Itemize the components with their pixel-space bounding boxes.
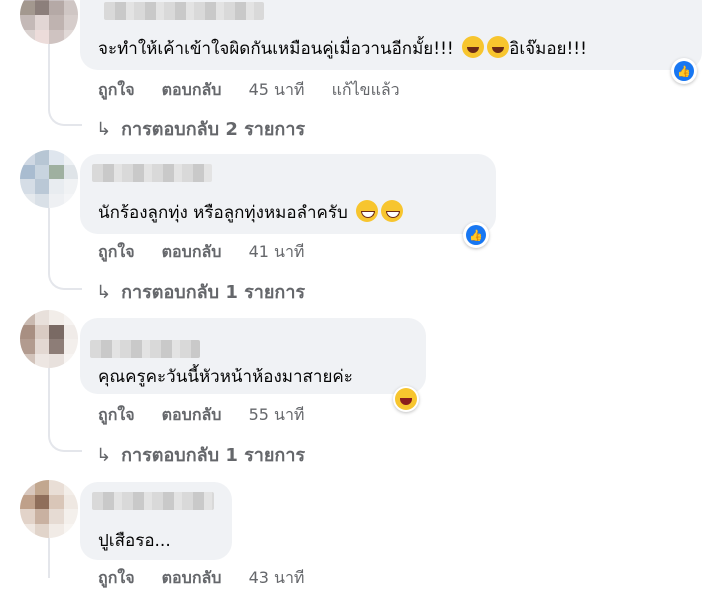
view-replies-link[interactable]: ↳ การตอบกลับ 1 รายการ — [96, 277, 305, 306]
comment-actions: ถูกใจ ตอบกลับ 41 นาที — [98, 240, 326, 265]
like-button[interactable]: ถูกใจ — [98, 568, 135, 587]
grin-emoji — [381, 200, 404, 222]
commenter-name-blurred[interactable] — [92, 164, 212, 182]
like-button[interactable]: ถูกใจ — [98, 405, 135, 424]
edited-label: แก้ไขแล้ว — [331, 80, 400, 99]
comment-actions: ถูกใจ ตอบกลับ 55 นาที — [98, 403, 326, 428]
comment-text: ปูเสือรอ... — [98, 530, 171, 552]
commenter-name-blurred[interactable] — [92, 492, 214, 510]
comment-actions: ถูกใจ ตอบกลับ 45 นาที แก้ไขแล้ว — [98, 78, 422, 103]
thread-line — [48, 368, 50, 432]
reply-button[interactable]: ตอบกลับ — [162, 568, 222, 587]
grin-emoji — [356, 200, 379, 222]
laugh-emoji — [462, 36, 485, 58]
comment-text-tail: อิเจ๊มอย!!! — [509, 39, 587, 59]
reply-arrow-icon: ↳ — [96, 282, 112, 303]
comment-text-main: ปูเสือรอ... — [98, 531, 171, 551]
thread-connector — [48, 268, 82, 290]
avatar[interactable] — [20, 480, 78, 538]
reply-button[interactable]: ตอบกลับ — [162, 80, 222, 99]
reply-arrow-icon: ↳ — [96, 119, 112, 140]
timestamp[interactable]: 43 นาที — [249, 568, 305, 587]
timestamp[interactable]: 41 นาที — [249, 242, 305, 261]
laugh-emoji — [487, 36, 510, 58]
comment-text: คุณครูคะวันนี้หัวหน้าห้องมาสายค่ะ — [98, 366, 353, 388]
like-reaction-badge[interactable]: 👍 — [463, 222, 489, 248]
haha-reaction-badge[interactable] — [393, 386, 419, 412]
commenter-name-blurred[interactable] — [90, 340, 200, 358]
replies-count-label: การตอบกลับ 1 รายการ — [121, 282, 306, 303]
reply-button[interactable]: ตอบกลับ — [162, 242, 222, 261]
thread-line — [48, 44, 50, 104]
reply-arrow-icon: ↳ — [96, 445, 112, 466]
comment-bubble: จะทำให้เค้าเข้าใจผิดกันเหมือนคู่เมื่อวาน… — [80, 0, 702, 70]
thread-line — [48, 208, 50, 270]
view-replies-link[interactable]: ↳ การตอบกลับ 2 รายการ — [96, 114, 305, 143]
thread-connector — [48, 430, 82, 452]
like-reaction-badge[interactable]: 👍 — [671, 58, 697, 84]
timestamp[interactable]: 45 นาที — [249, 80, 305, 99]
comment-text-main: จะทำให้เค้าเข้าใจผิดกันเหมือนคู่เมื่อวาน… — [98, 39, 460, 59]
comment-text: จะทำให้เค้าเข้าใจผิดกันเหมือนคู่เมื่อวาน… — [98, 36, 587, 60]
like-button[interactable]: ถูกใจ — [98, 242, 135, 261]
reply-button[interactable]: ตอบกลับ — [162, 405, 222, 424]
view-replies-link[interactable]: ↳ การตอบกลับ 1 รายการ — [96, 440, 305, 469]
like-icon: 👍 — [466, 225, 486, 245]
avatar[interactable] — [20, 150, 78, 208]
thread-connector — [48, 104, 82, 126]
comment-bubble: คุณครูคะวันนี้หัวหน้าห้องมาสายค่ะ — [80, 318, 426, 394]
thread-line — [48, 538, 50, 578]
comment-text: นักร้องลูกทุ่ง หรือลูกทุ่งหมอลำครับ — [98, 200, 404, 224]
like-button[interactable]: ถูกใจ — [98, 80, 135, 99]
avatar[interactable] — [20, 0, 78, 44]
comment-text-main: คุณครูคะวันนี้หัวหน้าห้องมาสายค่ะ — [98, 367, 353, 387]
commenter-name-blurred[interactable] — [104, 2, 264, 20]
replies-count-label: การตอบกลับ 1 รายการ — [121, 445, 306, 466]
comment-text-main: นักร้องลูกทุ่ง หรือลูกทุ่งหมอลำครับ — [98, 203, 348, 223]
like-icon: 👍 — [674, 61, 694, 81]
haha-icon — [395, 388, 417, 410]
avatar[interactable] — [20, 310, 78, 368]
replies-count-label: การตอบกลับ 2 รายการ — [121, 119, 306, 140]
comment-bubble: นักร้องลูกทุ่ง หรือลูกทุ่งหมอลำครับ — [80, 154, 496, 234]
comment-actions: ถูกใจ ตอบกลับ 43 นาที — [98, 566, 326, 591]
comment-bubble: ปูเสือรอ... — [80, 482, 232, 560]
timestamp[interactable]: 55 นาที — [249, 405, 305, 424]
